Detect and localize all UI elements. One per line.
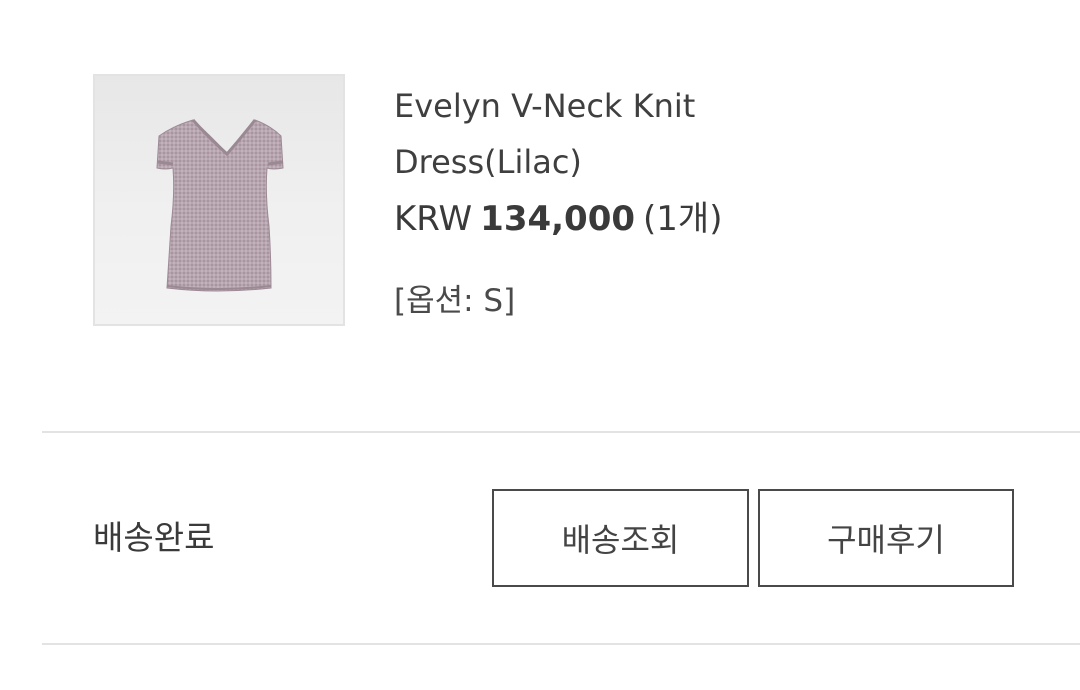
write-review-button[interactable]: 구매후기 [758, 489, 1014, 587]
product-option: [옵션: S] [394, 283, 516, 319]
order-item-card: Evelyn V-Neck Knit Dress(Lilac) KRW 134,0… [0, 0, 1080, 690]
order-status-label: 배송완료 [93, 518, 215, 557]
product-image[interactable] [93, 74, 345, 326]
divider [42, 643, 1080, 645]
product-name[interactable]: Evelyn V-Neck Knit Dress(Lilac) [394, 78, 754, 190]
price-quantity: (1개) [643, 199, 723, 239]
divider [42, 431, 1080, 433]
price-currency: KRW [394, 199, 473, 239]
price-amount: 134,000 [480, 199, 636, 239]
track-delivery-button[interactable]: 배송조회 [492, 489, 749, 587]
lilac-knit-dress-photo [156, 119, 284, 292]
product-price: KRW 134,000 (1개) [394, 194, 754, 244]
product-info: Evelyn V-Neck Knit Dress(Lilac) KRW 134,0… [394, 78, 754, 324]
